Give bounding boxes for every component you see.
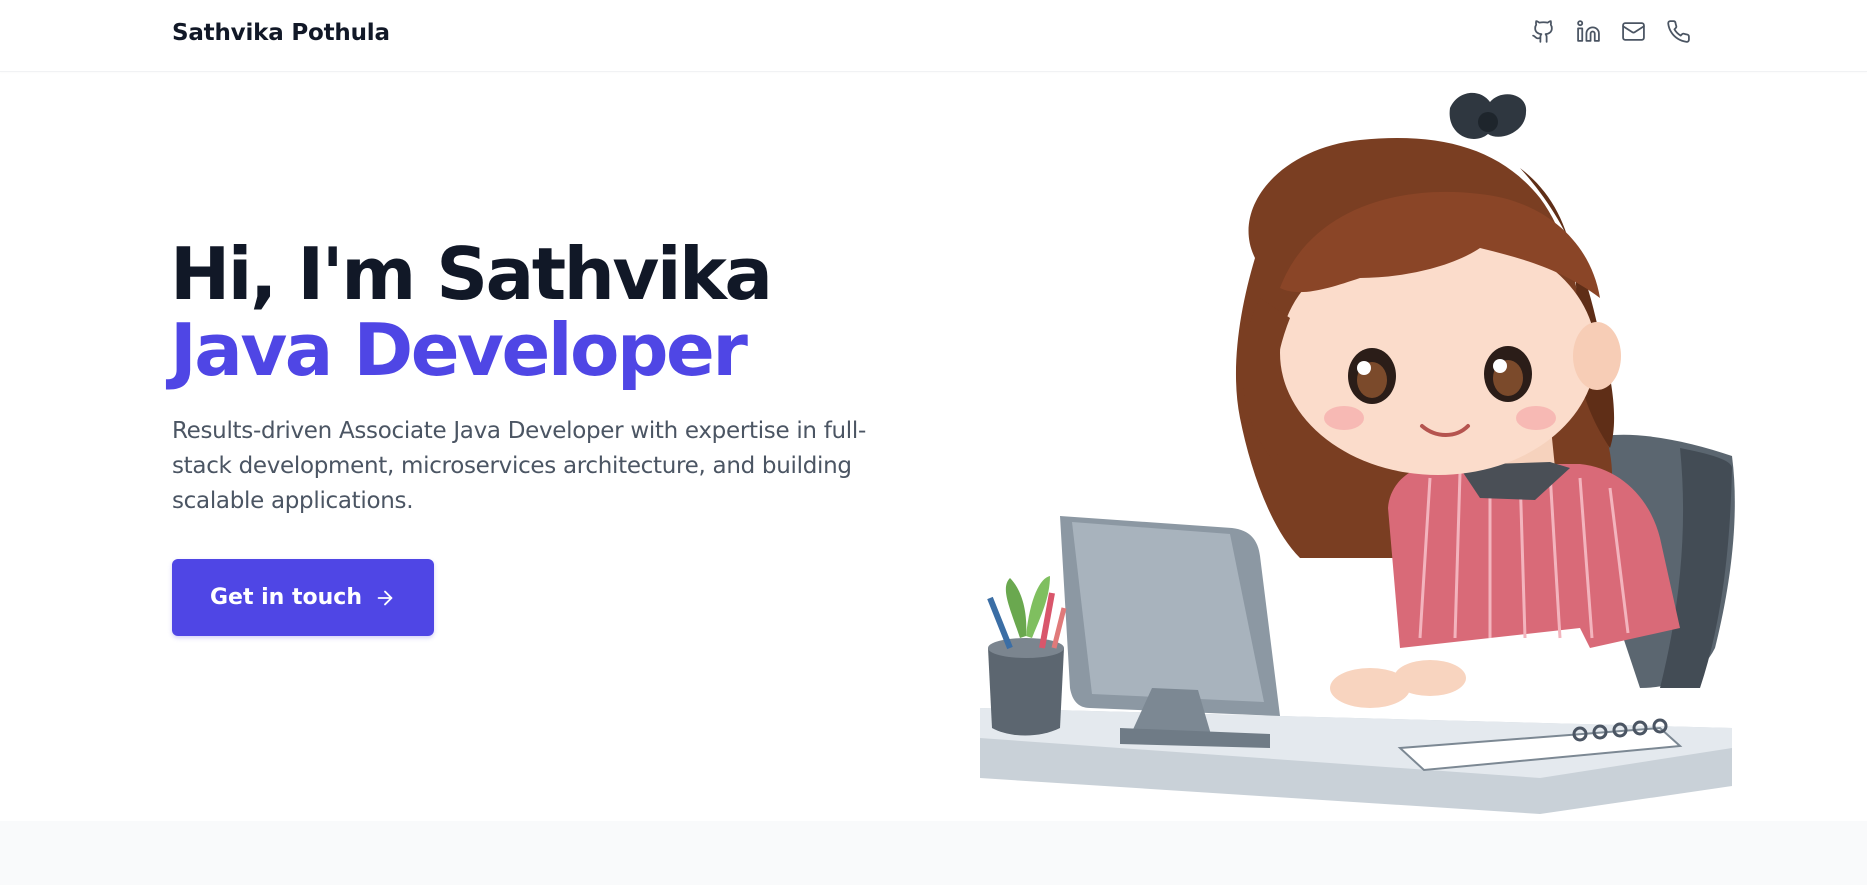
linkedin-icon[interactable] (1575, 18, 1601, 44)
hero-heading: Hi, I'm Sathvika Java Developer (170, 232, 773, 392)
social-links (1530, 18, 1691, 44)
navbar: Sathvika Pothula (0, 0, 1867, 72)
get-in-touch-button[interactable]: Get in touch (172, 559, 434, 636)
next-section (0, 821, 1867, 885)
phone-icon[interactable] (1665, 18, 1691, 44)
hero-greeting: Hi, I'm Sathvika (170, 232, 773, 316)
hero-description: Results-driven Associate Java Developer … (172, 418, 866, 514)
developer-illustration (980, 92, 1735, 814)
get-in-touch-label: Get in touch (209, 585, 362, 610)
mail-icon[interactable] (1620, 18, 1646, 44)
arrow-right-icon (377, 590, 393, 605)
github-icon[interactable] (1530, 18, 1556, 44)
hero-role: Java Developer (170, 308, 748, 392)
brand-name[interactable]: Sathvika Pothula (172, 20, 390, 46)
